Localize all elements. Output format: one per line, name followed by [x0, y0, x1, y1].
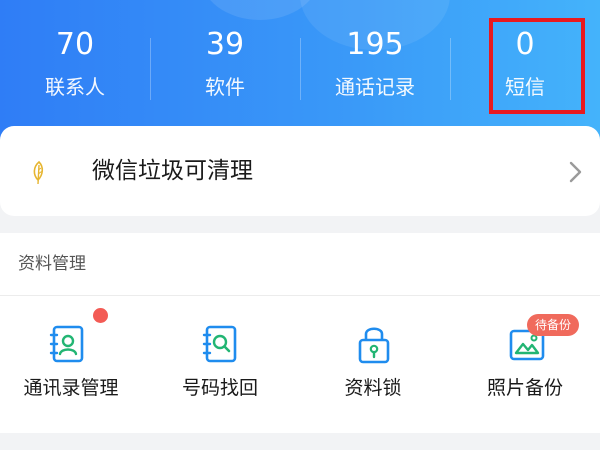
stat-label: 软件 — [205, 75, 245, 99]
stat-value: 0 — [515, 27, 535, 62]
stat-contacts[interactable]: 70 联系人 — [0, 0, 150, 125]
stat-apps[interactable]: 39 软件 — [150, 0, 300, 125]
backup-status-badge: 待备份 — [527, 314, 580, 336]
tool-label: 号码找回 — [181, 377, 258, 399]
stat-call-log[interactable]: 195 通话记录 — [300, 0, 450, 125]
stat-label: 短信 — [505, 75, 545, 99]
stat-label: 通话记录 — [335, 75, 415, 99]
tool-contacts-management[interactable]: 通讯录管理 — [0, 296, 150, 433]
section-title: 资料管理 — [18, 254, 86, 274]
tool-label: 通讯录管理 — [23, 377, 119, 399]
contacts-book-icon — [49, 325, 84, 363]
notification-dot — [93, 308, 108, 323]
tool-photo-backup[interactable]: 待备份 照片备份 — [450, 296, 600, 433]
tool-grid: 通讯录管理 号码找回 资料锁 待备份 照片备份 — [0, 296, 600, 433]
chevron-right-icon — [569, 161, 582, 183]
tool-label: 照片备份 — [486, 377, 563, 399]
leaf-icon — [33, 160, 44, 185]
wechat-cleanup-card[interactable]: 微信垃圾可清理 — [0, 126, 600, 216]
search-book-icon — [202, 325, 237, 363]
cleanup-title: 微信垃圾可清理 — [92, 158, 253, 184]
tool-number-recovery[interactable]: 号码找回 — [145, 296, 295, 433]
tool-data-lock[interactable]: 资料锁 — [298, 296, 448, 433]
stats-row: 70 联系人 39 软件 195 通话记录 0 短信 — [0, 0, 600, 125]
stat-value: 195 — [346, 27, 404, 62]
stats-header: 70 联系人 39 软件 195 通话记录 0 短信 — [0, 0, 600, 140]
stat-value: 70 — [55, 27, 95, 62]
stat-value: 39 — [205, 27, 245, 62]
data-management-section: 资料管理 通讯录管理 号码找回 资料锁 待备份 照片备份 — [0, 233, 600, 433]
tool-label: 资料锁 — [344, 377, 402, 399]
lock-icon — [358, 327, 390, 364]
stat-sms[interactable]: 0 短信 — [450, 0, 600, 125]
stat-label: 联系人 — [45, 75, 105, 99]
